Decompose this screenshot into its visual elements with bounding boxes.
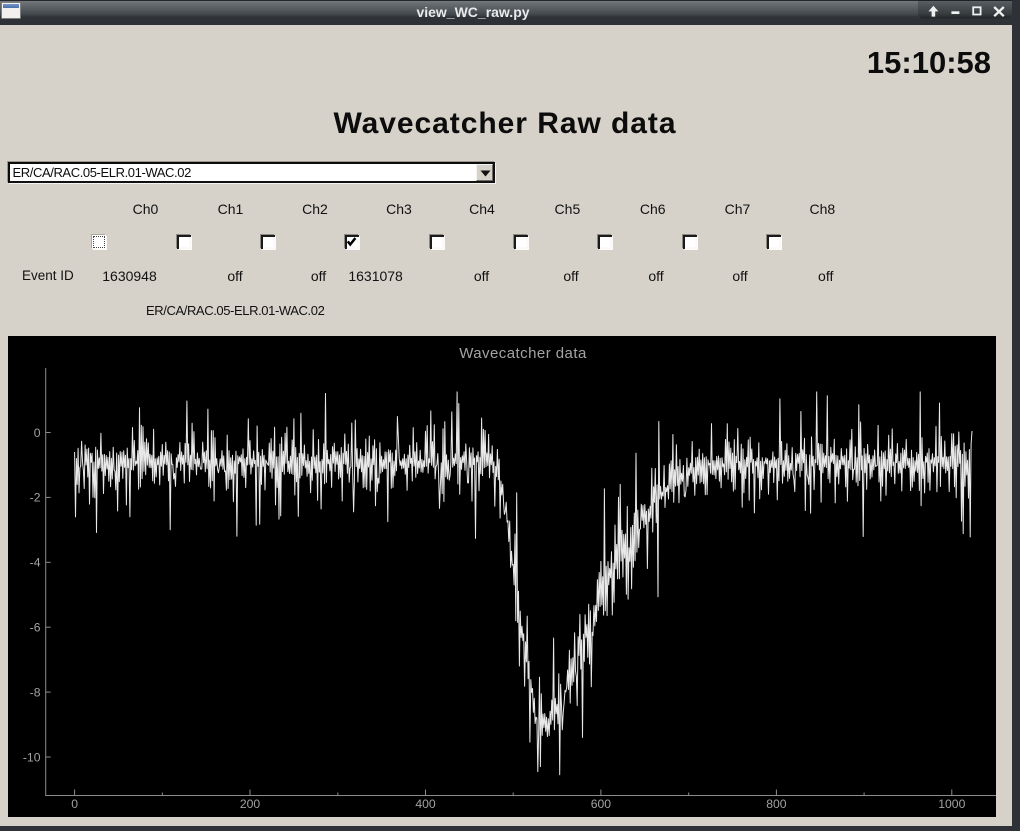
svg-text:600: 600 <box>591 797 612 811</box>
svg-text:400: 400 <box>415 797 436 811</box>
svg-text:-10: -10 <box>23 750 41 764</box>
svg-text:1000: 1000 <box>938 797 965 811</box>
svg-text:0: 0 <box>71 797 78 811</box>
svg-text:800: 800 <box>766 797 787 811</box>
svg-text:200: 200 <box>240 797 261 811</box>
svg-text:0: 0 <box>34 426 41 440</box>
svg-text:Wavecatcher data: Wavecatcher data <box>459 345 587 362</box>
svg-text:-2: -2 <box>30 491 41 505</box>
svg-text:-8: -8 <box>30 685 41 699</box>
svg-text:-4: -4 <box>30 556 41 570</box>
svg-text:-6: -6 <box>30 621 41 635</box>
